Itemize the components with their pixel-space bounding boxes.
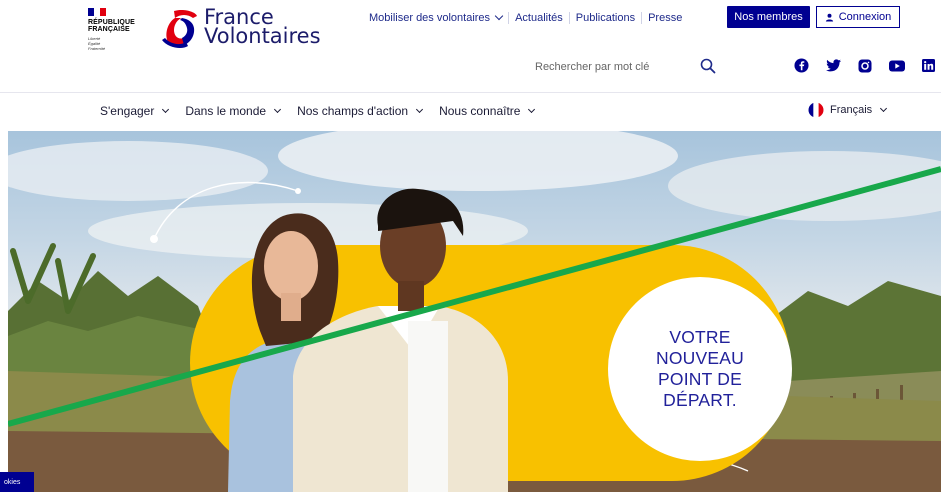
hero-banner [8,131,941,492]
hero-tagline-line4: DÉPART. [663,390,737,410]
topnav-item-mobiliser[interactable]: Mobiliser des volontaires [369,11,510,24]
connexion-button[interactable]: Connexion [816,6,900,28]
nav-item-champs-action[interactable]: Nos champs d'action [297,104,424,118]
topnav-item-publications[interactable]: Publications [570,12,643,24]
hero-tagline-badge: VOTRE NOUVEAU POINT DE DÉPART. [608,277,792,461]
nav-item-label: Nous connaître [439,104,521,118]
search-bar [530,56,725,78]
chevron-down-icon [416,105,424,113]
nav-item-sengager[interactable]: S'engager [100,104,170,118]
nos-membres-button[interactable]: Nos membres [727,6,810,28]
linkedin-icon[interactable] [922,59,935,72]
france-volontaires-logo[interactable]: France Volontaires [160,7,321,50]
cookies-button[interactable]: okies [0,472,34,492]
connexion-label: Connexion [838,11,892,23]
topnav-item-presse[interactable]: Presse [642,12,688,24]
topnav-item-label: Publications [575,12,636,24]
instagram-icon[interactable] [858,59,872,73]
cookies-label: okies [4,478,21,486]
french-flag-icon [88,8,106,16]
brand-name-line2: Volontaires [204,24,321,48]
search-icon[interactable] [700,58,716,79]
language-selector[interactable]: Français [808,102,888,118]
nav-item-nous-connaitre[interactable]: Nous connaître [439,104,536,118]
nav-item-label: Nos champs d'action [297,104,409,118]
site-header: RÉPUBLIQUE FRANÇAISE Liberté Égalité Fra… [0,0,941,92]
brand-name: France Volontaires [204,7,321,48]
main-navigation: S'engager Dans le monde Nos champs d'act… [0,93,941,131]
chevron-down-icon [528,105,536,113]
hero-tagline-line2: NOUVEAU [656,348,744,368]
twitter-icon[interactable] [826,59,841,72]
language-label: Français [830,104,873,116]
hero-tagline-line1: VOTRE [669,327,731,347]
chevron-down-icon [494,11,504,21]
facebook-icon[interactable] [794,58,809,73]
nav-item-label: Dans le monde [185,104,267,118]
user-icon [825,13,834,22]
republic-title: RÉPUBLIQUE FRANÇAISE [88,19,135,33]
republique-francaise-logo[interactable]: RÉPUBLIQUE FRANÇAISE Liberté Égalité Fra… [88,8,148,51]
french-flag-icon [808,102,824,118]
hero-tagline-line3: POINT DE [658,369,742,389]
topnav-item-actualites[interactable]: Actualités [509,12,570,24]
top-navigation: Mobiliser des volontaires Actualités Pub… [369,8,688,28]
nav-item-dans-le-monde[interactable]: Dans le monde [185,104,282,118]
france-volontaires-mark-icon [162,9,197,48]
hero-illustration [8,131,941,492]
chevron-down-icon [162,105,170,113]
chevron-down-icon [880,104,888,112]
search-input[interactable] [530,61,670,73]
topnav-item-label: Mobiliser des volontaires [369,12,491,24]
topnav-item-label: Actualités [515,12,563,24]
republic-motto: Liberté Égalité Fraternité [88,36,106,51]
nos-membres-label: Nos membres [734,11,803,23]
youtube-icon[interactable] [889,60,905,72]
topnav-item-label: Presse [648,12,683,24]
chevron-down-icon [274,105,282,113]
social-links [794,58,935,73]
nav-item-label: S'engager [100,104,155,118]
